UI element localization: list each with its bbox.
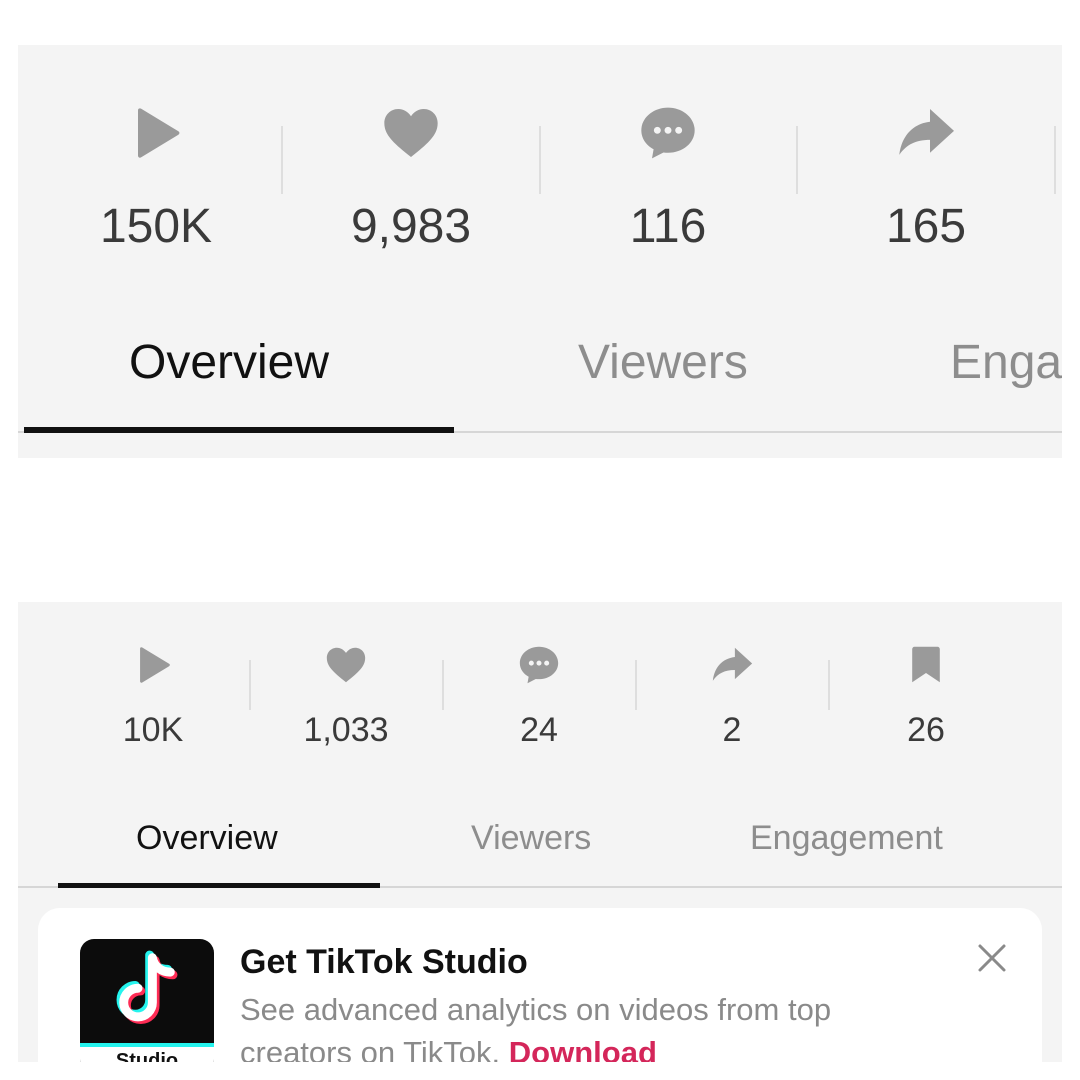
promo-title: Get TikTok Studio [240, 943, 528, 981]
stat-value: 10K [122, 711, 184, 749]
heart-icon [384, 109, 438, 157]
stat-value: 24 [520, 711, 558, 749]
divider [635, 660, 637, 710]
tab-bar: Overview Viewers Engagement [18, 816, 1062, 888]
download-link[interactable]: Download [509, 1035, 657, 1062]
divider [539, 126, 541, 194]
tab-overview[interactable]: Overview [129, 335, 329, 391]
tiktok-studio-promo-card[interactable]: Studio Get TikTok Studio See advanced an… [38, 908, 1042, 1062]
stat-likes[interactable]: 9,983 [301, 101, 521, 255]
stat-shares[interactable]: 165 [816, 101, 1036, 255]
share-icon [712, 647, 753, 681]
stat-views[interactable]: 150K [46, 101, 266, 255]
stat-shares[interactable]: 2 [652, 642, 812, 750]
tab-bar: Overview Viewers Enga [18, 335, 1062, 433]
play-icon [138, 108, 180, 158]
stat-value: 165 [885, 200, 967, 253]
stat-value: 9,983 [350, 200, 472, 253]
divider [249, 660, 251, 710]
stat-value: 150K [99, 200, 213, 253]
stat-comments[interactable]: 24 [459, 642, 619, 750]
bookmark-icon [912, 646, 940, 683]
heart-icon [326, 647, 366, 683]
comment-icon [519, 646, 559, 684]
play-icon [140, 647, 170, 683]
tab-viewers[interactable]: Viewers [471, 816, 591, 860]
tiktok-logo-icon [116, 950, 178, 1025]
active-tab-indicator [24, 427, 454, 433]
tab-viewers[interactable]: Viewers [578, 335, 748, 391]
stat-favorites[interactable]: 26 [846, 642, 1006, 750]
stat-comments[interactable]: 116 [558, 101, 778, 255]
tiktok-studio-app-icon: Studio [80, 939, 214, 1062]
video-stats-panel-large: 150K 9,983 116 165 Overview Viewers Enga [18, 45, 1062, 458]
divider [442, 660, 444, 710]
close-icon [978, 944, 1006, 972]
promo-description: See advanced analytics on videos from to… [240, 988, 920, 1062]
stat-likes[interactable]: 1,033 [266, 642, 426, 750]
stat-value: 116 [629, 200, 707, 253]
active-tab-indicator [58, 883, 380, 888]
comment-icon [641, 107, 695, 159]
divider [1054, 126, 1056, 194]
share-icon [899, 109, 954, 155]
stat-value: 1,033 [303, 711, 389, 749]
video-stats-panel: 10K 1,033 24 2 26 Overview Viewers Engag… [18, 602, 1062, 1062]
divider [796, 126, 798, 194]
tab-engagement[interactable]: Enga [950, 335, 1062, 391]
tab-engagement[interactable]: Engagement [750, 816, 943, 860]
stat-views[interactable]: 10K [73, 642, 233, 750]
divider [281, 126, 283, 194]
stat-value: 2 [722, 711, 742, 749]
close-button[interactable] [974, 940, 1010, 976]
tab-overview[interactable]: Overview [136, 816, 278, 860]
app-icon-label: Studio [80, 1043, 214, 1062]
stat-value: 26 [907, 711, 945, 749]
divider [828, 660, 830, 710]
